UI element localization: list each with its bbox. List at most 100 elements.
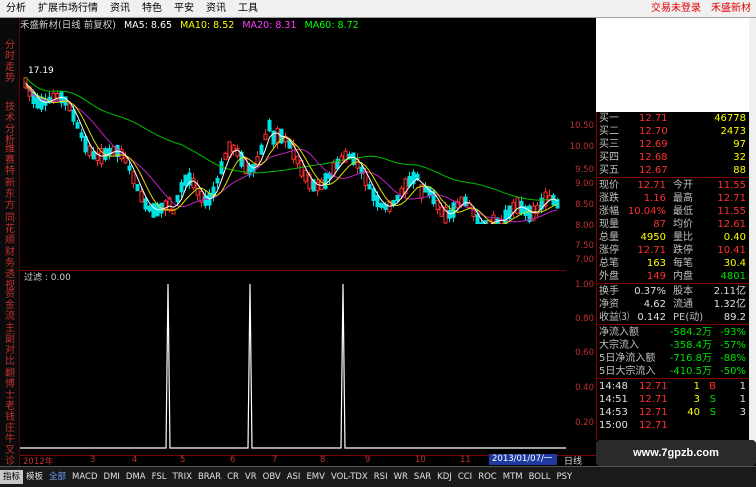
indicator-chart[interactable]: 过滤 : 0.00 — [20, 270, 566, 455]
candle — [127, 165, 132, 171]
bid-level-label: 买五 — [599, 165, 619, 176]
sidebar-tab[interactable]: 维赛特 — [2, 144, 18, 177]
stat-label: 现量 — [599, 219, 619, 230]
indicator-tab[interactable]: EMV — [303, 470, 328, 484]
indicator-tab[interactable]: CR — [224, 470, 242, 484]
indicator-tab[interactable]: MACD — [69, 470, 100, 484]
indicator-tab[interactable]: ROC — [475, 470, 500, 484]
quote-panel: 买一 12.71 46778 买二 12.70 2473 买三 12.69 97 买四 12.68 3… — [596, 112, 749, 440]
fin-label: 流通 — [673, 299, 693, 310]
menu-analysis[interactable]: 分析 — [0, 0, 32, 18]
sidebar-tab[interactable]: 技术分析 — [2, 102, 18, 146]
stat-label: 均价 — [673, 219, 693, 230]
fin-value: 1.32亿 — [713, 299, 746, 310]
quote-header-blank — [596, 18, 749, 112]
stat-value: 10.04% — [627, 206, 666, 217]
flow-row: 净流入额 -584.2万 -93% — [597, 326, 749, 339]
indicator-tab[interactable]: PSY — [553, 470, 575, 484]
fin-row: 收益⑶ 0.142 PE(动) 89.2 — [597, 311, 749, 324]
stock-name-link[interactable]: 禾盛新材 — [706, 0, 756, 18]
indicator-tab[interactable]: WR — [391, 470, 411, 484]
bid-row: 买五 12.67 88 — [597, 164, 749, 177]
time-axis-label: 3 — [90, 455, 96, 465]
candle — [83, 135, 88, 153]
indicator-tab[interactable]: DMA — [123, 470, 149, 484]
sidebar-tab[interactable]: 资金流 — [2, 289, 18, 322]
tick-count: 3 — [739, 407, 746, 418]
indicator-tab[interactable]: SAR — [411, 470, 434, 484]
bid-level-label: 买三 — [599, 139, 619, 150]
sidebar-tab[interactable]: 财务透视 — [2, 247, 18, 291]
indicator-axis-label: 0.40 — [575, 383, 594, 393]
indicator-tab[interactable]: TRIX — [170, 470, 195, 484]
indicator-tab[interactable]: ASI — [284, 470, 304, 484]
indicator-tab[interactable]: OBV — [260, 470, 284, 484]
indicator-tab[interactable]: 全部 — [46, 470, 69, 484]
bid-price: 12.68 — [639, 152, 668, 163]
menu-info[interactable]: 资讯 — [104, 0, 136, 18]
price-axis-label: 9.00 — [575, 179, 594, 189]
tick-price: 12.71 — [639, 381, 668, 392]
indicator-tab[interactable]: RSI — [371, 470, 391, 484]
candle — [555, 199, 560, 209]
bid-level-label: 买四 — [599, 152, 619, 163]
indicator-tab[interactable]: FSL — [149, 470, 170, 484]
indicator-tab[interactable]: CCI — [455, 470, 475, 484]
candle — [371, 188, 376, 201]
stat-value: 12.71 — [637, 245, 666, 256]
indicator-tab[interactable]: VOL-TDX — [328, 470, 371, 484]
indicator-tab[interactable]: DMI — [101, 470, 123, 484]
candle — [515, 197, 520, 214]
sidebar-tab[interactable]: 翻博士 — [2, 368, 18, 401]
sidebar-tab[interactable]: 新东方 — [2, 178, 18, 211]
tick-volume: 3 — [693, 394, 700, 405]
bid-volume: 97 — [733, 139, 746, 150]
stat-label: 现价 — [599, 180, 619, 191]
time-axis-label: 7 — [272, 455, 278, 465]
indicator-axis-label: 0.20 — [575, 418, 594, 428]
indicator-tab[interactable]: BOLL — [526, 470, 554, 484]
indicator-label: 过滤 : 0.00 — [24, 271, 71, 283]
indicator-axis-label: 0.60 — [575, 348, 594, 358]
candle — [87, 145, 92, 157]
stat-value: 10.41 — [717, 245, 746, 256]
stat-value: 11.55 — [717, 206, 746, 217]
indicator-tab[interactable]: KDJ — [434, 470, 455, 484]
menu-news[interactable]: 资讯 — [200, 0, 232, 18]
stat-value: 1.16 — [643, 193, 666, 204]
stat-label: 最低 — [673, 206, 693, 217]
menu-features[interactable]: 特色 — [136, 0, 168, 18]
menu-extended-market[interactable]: 扩展市场行情 — [32, 0, 104, 18]
sidebar-tab[interactable]: 分时走势 — [2, 40, 18, 84]
candle — [75, 122, 80, 129]
sidebar-tab[interactable]: 主副对比 — [2, 323, 18, 367]
bid-row: 买四 12.68 32 — [597, 151, 749, 164]
menu-tools[interactable]: 工具 — [232, 0, 264, 18]
flow-label: 5日大宗流入 — [599, 366, 656, 377]
stat-row: 涨幅 10.04% 最低 11.55 — [597, 205, 749, 218]
indicator-tab[interactable]: MTM — [500, 470, 526, 484]
stat-row: 现量 87 均价 12.61 — [597, 218, 749, 231]
candle — [231, 144, 236, 152]
stat-label: 涨跌 — [599, 193, 619, 204]
indicator-tab[interactable]: BRAR — [195, 470, 224, 484]
tick-time: 14:53 — [599, 407, 628, 418]
fin-label: 净资 — [599, 299, 619, 310]
menu-pingan[interactable]: 平安 — [168, 0, 200, 18]
indicator-tab[interactable]: 模板 — [23, 470, 46, 484]
indicator-tab[interactable]: 指标 — [0, 470, 24, 484]
trade-login-status[interactable]: 交易未登录 — [646, 0, 706, 18]
sidebar-tab[interactable]: 同花顺 — [2, 213, 18, 246]
stat-label: 量比 — [673, 232, 693, 243]
bid-price: 12.70 — [639, 126, 668, 137]
sidebar-tab[interactable]: 老钱庄 — [2, 401, 18, 434]
indicator-tab[interactable]: VR — [242, 470, 260, 484]
stat-label: 最高 — [673, 193, 693, 204]
price-axis-label: 10.00 — [569, 142, 594, 152]
candle — [191, 177, 196, 189]
candle — [439, 206, 444, 217]
candle — [131, 171, 136, 185]
ma20-value: MA20: 8.31 — [242, 20, 297, 31]
obscured-region — [216, 224, 540, 260]
stat-row: 外盘 149 内盘 4801 — [597, 270, 749, 283]
